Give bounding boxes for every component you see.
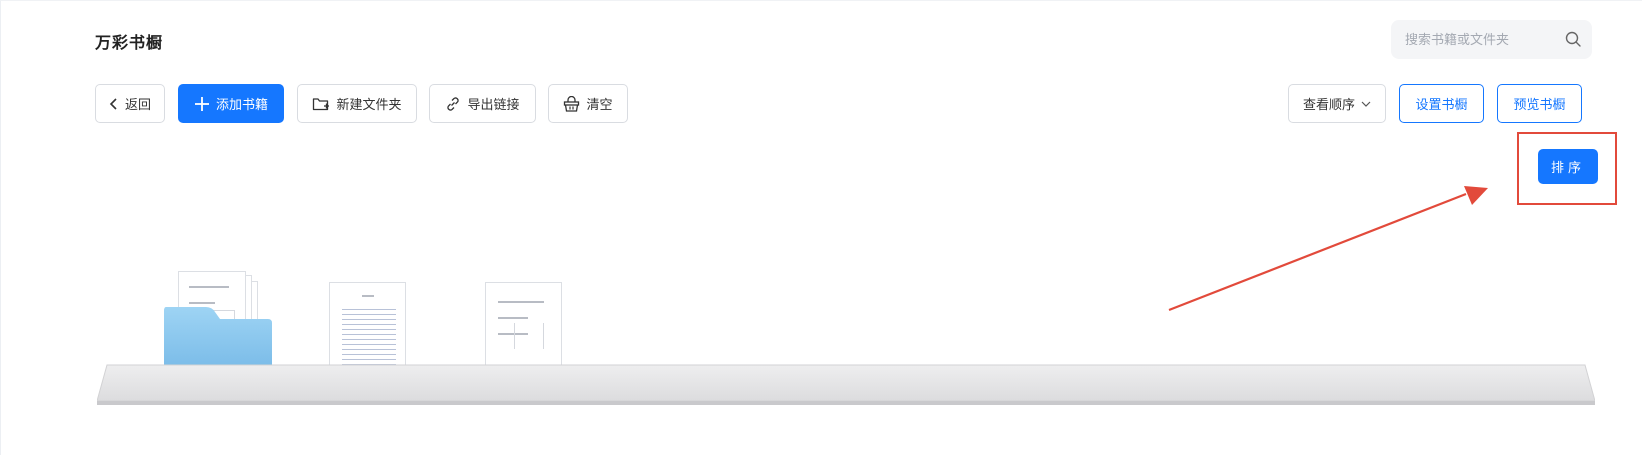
preview-shelf-button[interactable]: 预览书橱 [1497, 84, 1582, 123]
new-folder-button-label: 新建文件夹 [336, 98, 402, 113]
view-order-dropdown[interactable]: 查看顺序 [1288, 84, 1386, 123]
clear-button-label: 清空 [586, 98, 613, 113]
search-box[interactable] [1391, 20, 1592, 61]
add-book-button-label: 添加书籍 [215, 98, 268, 113]
export-link-button[interactable]: 导出链接 [429, 84, 536, 123]
chevron-down-icon [1361, 101, 1371, 107]
annotation-arrow [1168, 186, 1488, 312]
basket-icon [564, 95, 580, 112]
new-folder-icon [313, 97, 330, 110]
set-shelf-button[interactable]: 设置书橱 [1399, 84, 1484, 123]
clear-button[interactable]: 清空 [548, 84, 628, 123]
shelf-board [97, 364, 1595, 405]
view-order-label: 查看顺序 [1302, 98, 1355, 113]
add-book-button[interactable]: 添加书籍 [178, 84, 284, 123]
export-link-button-label: 导出链接 [467, 98, 520, 113]
back-button[interactable]: 返回 [95, 84, 165, 123]
chevron-left-icon [109, 97, 117, 110]
search-input[interactable] [1403, 20, 1567, 61]
link-icon [447, 96, 460, 111]
bookshelf-page: 万彩书橱 返回 添加书籍 新建文件夹 [0, 0, 1642, 455]
plus-icon [194, 96, 209, 111]
new-folder-button[interactable]: 新建文件夹 [297, 84, 417, 123]
page-title: 万彩书橱 [95, 33, 164, 52]
search-icon[interactable] [1564, 30, 1582, 48]
sort-button[interactable]: 排序 [1538, 149, 1598, 184]
back-button-label: 返回 [124, 98, 151, 113]
